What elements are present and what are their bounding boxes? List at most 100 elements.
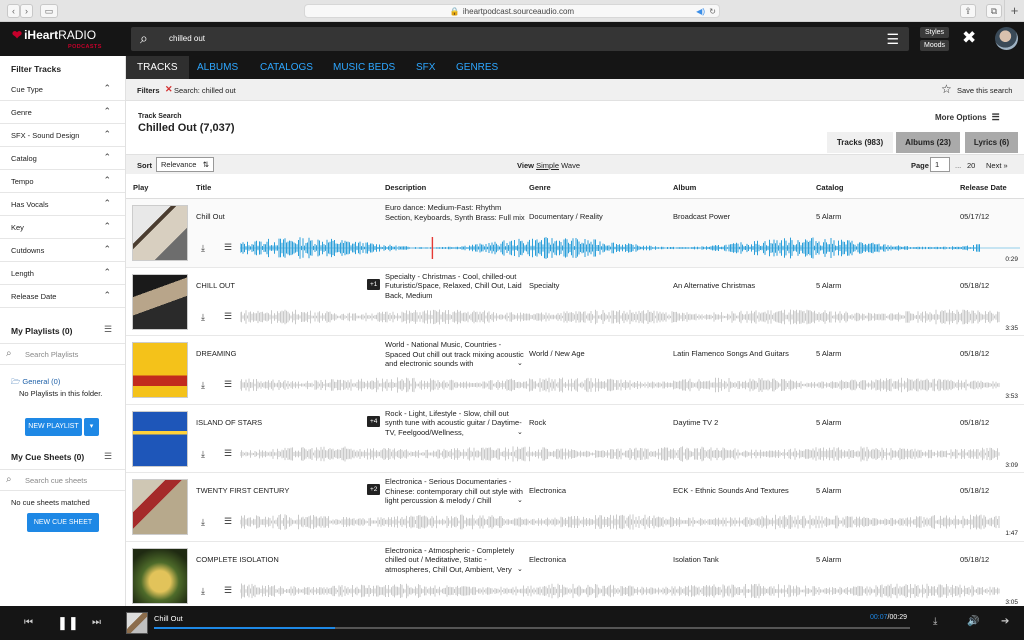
page-last-link[interactable]: 20 — [967, 161, 975, 170]
download-icon[interactable]: ⤓ — [933, 616, 937, 627]
share-arrow-icon[interactable]: ➔ — [1001, 616, 1009, 627]
view-wave-link[interactable]: Wave — [561, 161, 580, 170]
album-art[interactable] — [132, 342, 188, 398]
styles-button[interactable]: Styles — [920, 27, 949, 38]
tab-tracks[interactable]: TRACKS — [126, 56, 189, 79]
filter-tempo[interactable]: Tempo ⌃ — [0, 170, 125, 193]
playlist-search[interactable]: ⌕ Search Playlists — [0, 343, 125, 365]
pause-icon[interactable]: ❚❚ — [57, 615, 79, 631]
filter-length[interactable]: Length ⌃ — [0, 262, 125, 285]
tab-music-beds[interactable]: MUSIC BEDS — [333, 62, 395, 73]
track-title[interactable]: TWENTY FIRST CENTURY — [196, 486, 289, 495]
next-page-link[interactable]: Next » — [986, 161, 1008, 170]
volume-icon[interactable]: 🔊 — [967, 616, 979, 627]
album-art[interactable] — [132, 547, 188, 604]
save-search-link[interactable]: Save this search — [957, 86, 1012, 95]
tabs-icon[interactable]: ⧉ — [986, 4, 1002, 18]
col-title[interactable]: Title — [196, 183, 211, 192]
track-genre[interactable]: Electronica — [529, 486, 566, 495]
search-cues-input[interactable]: Search cue sheets — [25, 476, 87, 485]
expand-chevron-icon[interactable]: ⌄ — [517, 496, 523, 504]
page-input[interactable]: 1 — [930, 157, 950, 172]
new-cue-sheet-button[interactable]: NEW CUE SHEET — [27, 513, 99, 532]
track-genre[interactable]: Documentary / Reality — [529, 212, 603, 221]
download-icon[interactable]: ⤓ — [201, 517, 205, 528]
waveform[interactable] — [240, 372, 1020, 398]
star-icon[interactable]: ☆ — [941, 82, 952, 96]
waveform[interactable] — [240, 578, 1020, 604]
track-menu-icon[interactable]: ☰ — [224, 448, 232, 459]
table-row[interactable]: DREAMING World - National Music, Countrie… — [126, 336, 1024, 405]
tab-albums[interactable]: ALBUMS — [197, 62, 238, 73]
search-input[interactable]: chilled out — [169, 34, 205, 43]
track-menu-icon[interactable]: ☰ — [224, 242, 232, 253]
expand-chevron-icon[interactable]: ⌄ — [517, 565, 523, 573]
table-row[interactable]: COMPLETE ISOLATION Electronica - Atmosphe… — [126, 541, 1024, 610]
track-title[interactable]: ISLAND OF STARS — [196, 418, 262, 427]
address-bar[interactable]: 🔒 iheartpodcast.sourceaudio.com ◀) ↻ — [304, 4, 720, 18]
folder-general[interactable]: 🗁 General (0) — [11, 376, 60, 389]
more-options-button[interactable]: More Options ☰ — [935, 112, 1000, 123]
track-catalog[interactable]: 5 Alarm — [816, 418, 841, 427]
track-catalog[interactable]: 5 Alarm — [816, 349, 841, 358]
table-row[interactable]: Chill Out Euro dance: Medium-Fast: Rhythm… — [126, 199, 1024, 268]
download-icon[interactable]: ⤓ — [201, 243, 205, 254]
search-bar[interactable]: ⌕ chilled out ☰ — [131, 27, 909, 51]
filter-cutdowns[interactable]: Cutdowns ⌃ — [0, 239, 125, 262]
next-icon[interactable]: ⏭ — [92, 617, 101, 628]
reload-icon[interactable]: ↻ — [709, 5, 716, 18]
track-menu-icon[interactable]: ☰ — [224, 311, 232, 322]
tab-catalogs[interactable]: CATALOGS — [260, 62, 313, 73]
tools-icon[interactable]: ✖ — [962, 28, 976, 48]
track-album[interactable]: ECK - Ethnic Sounds And Textures — [673, 486, 789, 495]
table-row[interactable]: ISLAND OF STARS +4 Rock - Light, Lifestyle… — [126, 404, 1024, 473]
versions-badge[interactable]: +1 — [367, 278, 381, 290]
waveform[interactable] — [240, 441, 1020, 467]
track-menu-icon[interactable]: ☰ — [224, 585, 232, 596]
remove-filter-icon[interactable]: ✕ — [165, 84, 173, 95]
tab-genres[interactable]: GENRES — [456, 62, 498, 73]
waveform[interactable] — [240, 304, 1020, 330]
track-genre[interactable]: Rock — [529, 418, 546, 427]
tab-sfx[interactable]: SFX — [416, 62, 435, 73]
sidebar-toggle-icon[interactable]: ▭ — [40, 4, 58, 18]
versions-badge[interactable]: +2 — [367, 484, 381, 495]
track-title[interactable]: COMPLETE ISOLATION — [196, 555, 279, 564]
speaker-icon[interactable]: ◀) — [696, 5, 705, 18]
track-album[interactable]: Daytime TV 2 — [673, 418, 718, 427]
filter-release-date[interactable]: Release Date ⌃ — [0, 285, 125, 308]
track-genre[interactable]: World / New Age — [529, 349, 585, 358]
menu-icon[interactable]: ☰ — [886, 31, 899, 48]
track-title[interactable]: DREAMING — [196, 349, 236, 358]
filter-has-vocals[interactable]: Has Vocals ⌃ — [0, 193, 125, 216]
new-playlist-button[interactable]: NEW PLAYLIST — [25, 418, 82, 436]
album-art[interactable] — [132, 410, 188, 467]
new-playlist-dropdown-icon[interactable]: ▾ — [84, 418, 99, 436]
new-tab-icon[interactable]: + — [1004, 0, 1024, 22]
col-release-date[interactable]: Release Date — [960, 183, 1007, 192]
table-row[interactable]: CHILL OUT +1 Specialty - Christmas - Cool,… — [126, 267, 1024, 336]
search-icon[interactable]: ⌕ — [140, 30, 148, 47]
filter-catalog[interactable]: Catalog ⌃ — [0, 147, 125, 170]
view-simple-link[interactable]: Simple — [536, 161, 559, 170]
track-catalog[interactable]: 5 Alarm — [816, 486, 841, 495]
download-icon[interactable]: ⤓ — [201, 586, 205, 597]
download-icon[interactable]: ⤓ — [201, 380, 205, 391]
player-progress[interactable] — [154, 627, 910, 629]
expand-chevron-icon[interactable]: ⌄ — [517, 428, 523, 436]
versions-badge[interactable]: +4 — [367, 415, 381, 427]
filter-genre[interactable]: Genre ⌃ — [0, 101, 125, 124]
result-tab-lyrics[interactable]: Lyrics (6) — [965, 132, 1018, 153]
cue-search[interactable]: ⌕ Search cue sheets — [0, 469, 125, 491]
now-playing-art[interactable] — [126, 612, 148, 634]
back-icon[interactable]: ‹ — [7, 4, 20, 18]
table-row[interactable]: TWENTY FIRST CENTURY +2 Electronica - Seri… — [126, 473, 1024, 542]
cue-sheets-menu-icon[interactable]: ☰ — [104, 451, 112, 462]
share-icon[interactable]: ⇪ — [960, 4, 976, 18]
col-catalog[interactable]: Catalog — [816, 183, 844, 192]
filter-key[interactable]: Key ⌃ — [0, 216, 125, 239]
track-catalog[interactable]: 5 Alarm — [816, 212, 841, 221]
waveform[interactable] — [240, 235, 1020, 261]
track-genre[interactable]: Specialty — [529, 281, 559, 290]
track-catalog[interactable]: 5 Alarm — [816, 555, 841, 564]
